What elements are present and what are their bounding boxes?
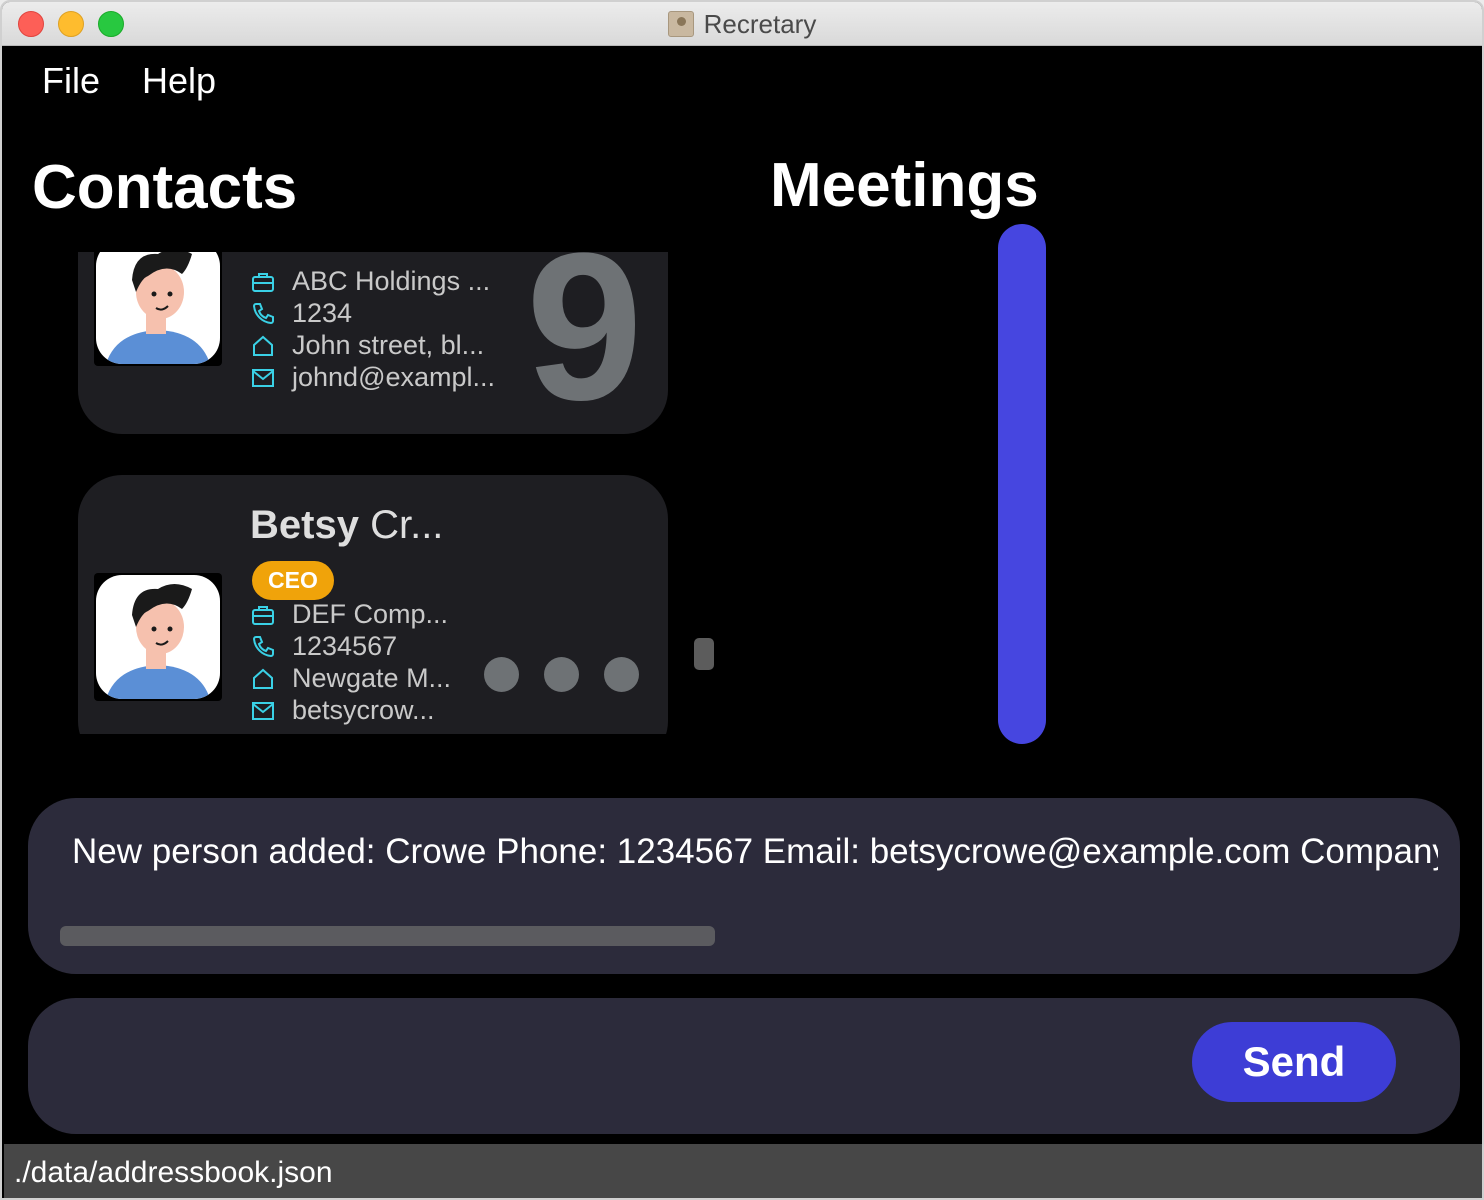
company-text: ABC Holdings ... bbox=[292, 266, 491, 296]
role-tag: CEO bbox=[252, 561, 334, 600]
phone-row: 1234567 bbox=[250, 631, 397, 662]
result-horizontal-scrollbar[interactable] bbox=[60, 926, 715, 946]
contacts-list[interactable]: 9 ABC Holdings ... 1234 John street, bl.… bbox=[78, 252, 668, 734]
contacts-heading: Contacts bbox=[32, 153, 298, 222]
contact-first-name: Betsy bbox=[250, 503, 359, 547]
phone-text: 1234567 bbox=[292, 631, 398, 661]
email-row: betsycrow... bbox=[250, 695, 435, 726]
mail-icon bbox=[250, 698, 276, 724]
status-bar: ./data/addressbook.json bbox=[4, 1144, 1482, 1198]
loading-dot bbox=[544, 657, 579, 692]
company-text: DEF Comp... bbox=[292, 599, 449, 629]
menu-bar: File Help bbox=[42, 60, 216, 102]
meetings-scrollbar[interactable] bbox=[998, 224, 1046, 744]
address-text: Newgate M... bbox=[292, 663, 452, 693]
phone-row: 1234 bbox=[250, 298, 352, 329]
email-row: johnd@exampl... bbox=[250, 362, 495, 393]
home-icon bbox=[250, 333, 276, 359]
briefcase-icon bbox=[250, 602, 276, 628]
contact-name: Betsy Cr... bbox=[250, 503, 443, 548]
title-bar: Recretary bbox=[2, 2, 1482, 46]
menu-help[interactable]: Help bbox=[142, 60, 216, 102]
loading-dot bbox=[484, 657, 519, 692]
address-row: John street, bl... bbox=[250, 330, 484, 361]
address-text: John street, bl... bbox=[292, 330, 485, 360]
loading-dot bbox=[604, 657, 639, 692]
loading-dots bbox=[484, 657, 639, 692]
company-row: DEF Comp... bbox=[250, 599, 448, 630]
avatar bbox=[94, 573, 222, 701]
contacts-scrollbar[interactable] bbox=[694, 638, 714, 670]
contact-index: 9 bbox=[526, 252, 643, 444]
briefcase-icon bbox=[250, 269, 276, 295]
menu-file[interactable]: File bbox=[42, 60, 100, 102]
meetings-heading: Meetings bbox=[770, 151, 1039, 220]
window-title: Recretary bbox=[703, 8, 817, 39]
contact-card[interactable]: 9 ABC Holdings ... 1234 John street, bl.… bbox=[78, 252, 668, 434]
app-icon bbox=[667, 11, 694, 37]
contact-card[interactable]: Betsy Cr... CEO DEF Comp... 1234567 Newg… bbox=[78, 475, 668, 734]
phone-icon bbox=[250, 634, 276, 660]
result-display: New person added: Crowe Phone: 1234567 E… bbox=[28, 798, 1460, 974]
contact-last-name: Cr... bbox=[370, 503, 444, 547]
address-row: Newgate M... bbox=[250, 663, 451, 694]
command-input[interactable] bbox=[68, 1032, 1168, 1096]
send-button[interactable]: Send bbox=[1192, 1022, 1396, 1102]
app-window: Recretary File Help Contacts Meetings 9 … bbox=[0, 0, 1484, 1200]
company-row: ABC Holdings ... bbox=[250, 266, 490, 297]
home-icon bbox=[250, 666, 276, 692]
result-text: New person added: Crowe Phone: 1234567 E… bbox=[72, 832, 1438, 871]
command-box: Send bbox=[28, 998, 1460, 1134]
email-text: johnd@exampl... bbox=[292, 362, 496, 392]
email-text: betsycrow... bbox=[292, 695, 435, 725]
mail-icon bbox=[250, 365, 276, 391]
save-location: ./data/addressbook.json bbox=[14, 1156, 333, 1189]
phone-icon bbox=[250, 301, 276, 327]
phone-text: 1234 bbox=[292, 298, 353, 328]
avatar bbox=[94, 252, 222, 366]
